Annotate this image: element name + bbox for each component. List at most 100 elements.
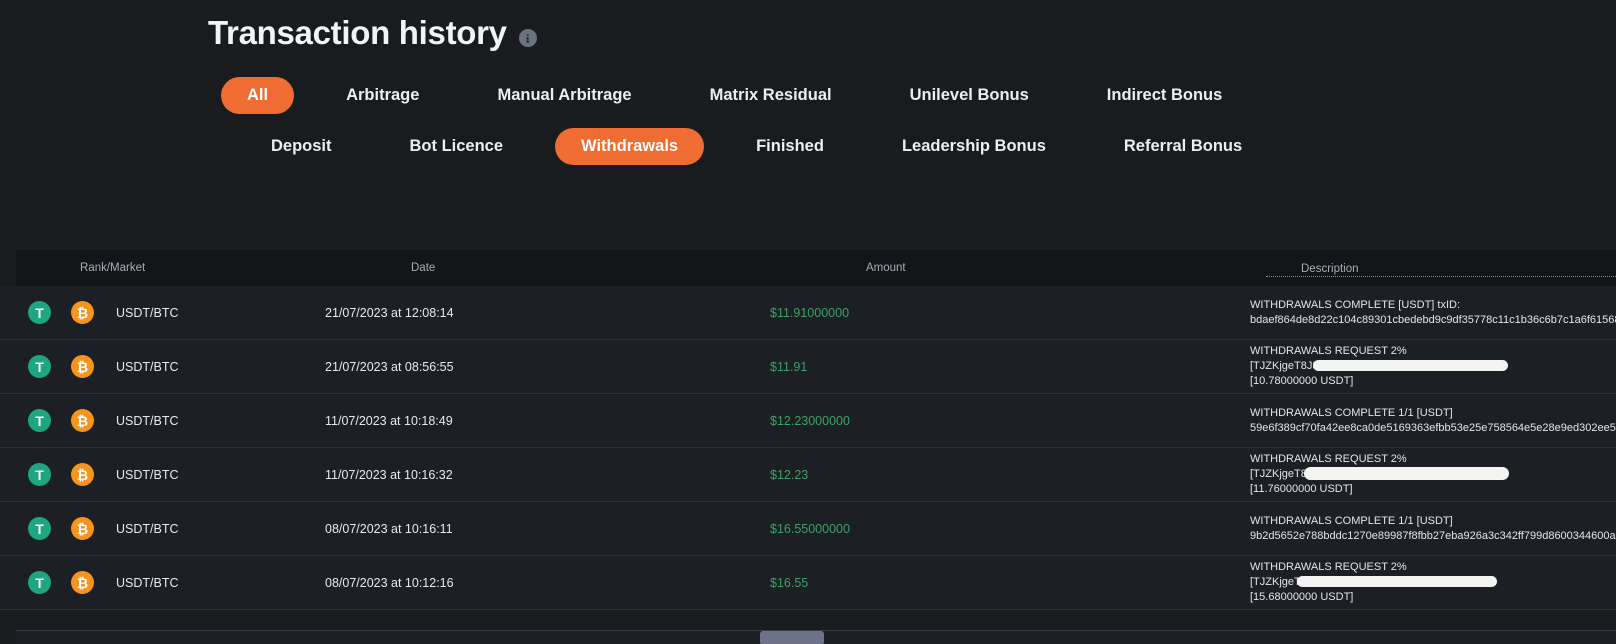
coin-pair-icons: T ₿ xyxy=(28,355,94,378)
cell-date: 08/07/2023 at 10:16:11 xyxy=(325,521,453,536)
tab-all[interactable]: All xyxy=(221,77,295,114)
page-header: Transaction history i xyxy=(0,0,1616,52)
tab-finished[interactable]: Finished xyxy=(730,128,850,165)
table-header-row: Rank/Market Date Amount Description xyxy=(16,250,1616,286)
cell-date: 21/07/2023 at 08:56:55 xyxy=(325,359,454,374)
cell-description: WITHDRAWALS REQUEST 2% [TJZKjgeT8J3u [15… xyxy=(1250,560,1610,605)
tab-indirect-bonus[interactable]: Indirect Bonus xyxy=(1081,77,1249,114)
description-line-1: WITHDRAWALS COMPLETE [USDT] txID: xyxy=(1250,298,1461,311)
bitcoin-coin-icon: ₿ xyxy=(71,355,94,378)
transactions-table: Rank/Market Date Amount Description T ₿ … xyxy=(0,250,1616,644)
coin-pair-icons: T ₿ xyxy=(28,409,94,432)
description-line-1: WITHDRAWALS COMPLETE 1/1 [USDT] xyxy=(1250,514,1453,527)
bitcoin-coin-icon: ₿ xyxy=(71,517,94,540)
tab-deposit[interactable]: Deposit xyxy=(245,128,358,165)
cell-description: WITHDRAWALS COMPLETE [USDT] txID: bdaef8… xyxy=(1250,298,1616,328)
market-pair-label: USDT/BTC xyxy=(116,305,179,320)
table-row[interactable]: T ₿ USDT/BTC 08/07/2023 at 10:12:16 $16.… xyxy=(0,556,1616,610)
description-line-2: [TJZKjgeT8J3uzR xyxy=(1250,359,1508,374)
tab-matrix-residual[interactable]: Matrix Residual xyxy=(684,77,858,114)
market-pair-label: USDT/BTC xyxy=(116,413,179,428)
cell-rank-market: T ₿ USDT/BTC xyxy=(0,355,300,378)
bitcoin-coin-icon: ₿ xyxy=(71,571,94,594)
usdt-coin-icon: T xyxy=(28,463,57,486)
description-line-2: 59e6f389cf70fa42ee8ca0de5169363efbb53e25… xyxy=(1250,421,1616,434)
redaction-mark xyxy=(1304,467,1509,481)
cell-rank-market: T ₿ USDT/BTC xyxy=(0,463,300,486)
cell-amount: $12.23000000 xyxy=(770,413,850,428)
tab-bot-licence[interactable]: Bot Licence xyxy=(384,128,530,165)
table-row[interactable]: T ₿ USDT/BTC 11/07/2023 at 10:18:49 $12.… xyxy=(0,394,1616,448)
description-line-2: [TJZKjgeT8J3u xyxy=(1250,575,1497,590)
cell-rank-market: T ₿ USDT/BTC xyxy=(0,409,300,432)
cell-date: 21/07/2023 at 12:08:14 xyxy=(325,305,454,320)
column-header-description-wrap: Description xyxy=(1266,259,1616,277)
usdt-coin-icon: T xyxy=(28,355,57,378)
cell-description: WITHDRAWALS COMPLETE 1/1 [USDT] 59e6f389… xyxy=(1250,406,1616,436)
cell-amount: $11.91000000 xyxy=(770,305,850,320)
cell-date: 11/07/2023 at 10:18:49 xyxy=(325,413,453,428)
cell-amount: $16.55000000 xyxy=(770,521,850,536)
description-line-2: [TJZKjgeT8J3 xyxy=(1250,467,1509,482)
column-header-amount[interactable]: Amount xyxy=(786,262,1266,274)
tab-referral-bonus[interactable]: Referral Bonus xyxy=(1098,128,1268,165)
market-pair-label: USDT/BTC xyxy=(116,575,179,590)
table-row[interactable]: T ₿ USDT/BTC 11/07/2023 at 10:16:32 $12.… xyxy=(0,448,1616,502)
bitcoin-coin-icon: ₿ xyxy=(71,463,94,486)
table-row[interactable]: T ₿ USDT/BTC 21/07/2023 at 08:56:55 $11.… xyxy=(0,340,1616,394)
market-pair-label: USDT/BTC xyxy=(116,467,179,482)
redaction-mark xyxy=(1313,360,1508,372)
column-header-date[interactable]: Date xyxy=(316,262,786,274)
cell-amount: $11.91 xyxy=(770,359,808,374)
page-title: Transaction history xyxy=(208,14,507,51)
usdt-coin-icon: T xyxy=(28,409,57,432)
cell-description: WITHDRAWALS REQUEST 2% [TJZKjgeT8J3 [11.… xyxy=(1250,452,1610,497)
usdt-coin-icon: T xyxy=(28,301,57,324)
description-line-1: WITHDRAWALS REQUEST 2% xyxy=(1250,453,1407,466)
bitcoin-coin-icon: ₿ xyxy=(71,301,94,324)
cell-date: 08/07/2023 at 10:12:16 xyxy=(325,575,454,590)
tab-withdrawals[interactable]: Withdrawals xyxy=(555,128,705,165)
column-header-rank-market[interactable]: Rank/Market xyxy=(16,262,316,274)
horizontal-scrollbar[interactable] xyxy=(16,630,1616,644)
description-line-1: WITHDRAWALS REQUEST 2% xyxy=(1250,345,1407,358)
coin-pair-icons: T ₿ xyxy=(28,517,94,540)
horizontal-scrollbar-thumb[interactable] xyxy=(760,631,824,644)
table-row[interactable]: T ₿ USDT/BTC 08/07/2023 at 10:16:11 $16.… xyxy=(0,502,1616,556)
cell-description: WITHDRAWALS REQUEST 2% [TJZKjgeT8J3uzR [… xyxy=(1250,344,1610,389)
cell-rank-market: T ₿ USDT/BTC xyxy=(0,517,300,540)
description-line-3: [15.68000000 USDT] xyxy=(1250,590,1354,603)
coin-pair-icons: T ₿ xyxy=(28,301,94,324)
redaction-mark xyxy=(1297,576,1497,588)
cell-amount: $12.23 xyxy=(770,467,809,482)
tab-leadership-bonus[interactable]: Leadership Bonus xyxy=(876,128,1072,165)
filter-tabs-row-2: Deposit Bot Licence Withdrawals Finished… xyxy=(208,121,1408,172)
description-line-3: [11.76000000 USDT] xyxy=(1250,482,1353,495)
column-header-description[interactable]: Description xyxy=(1266,263,1616,277)
description-line-3: [10.78000000 USDT] xyxy=(1250,374,1354,387)
usdt-coin-icon: T xyxy=(28,517,57,540)
filter-tabs: All Arbitrage Manual Arbitrage Matrix Re… xyxy=(0,52,1616,172)
tab-manual-arbitrage[interactable]: Manual Arbitrage xyxy=(471,77,657,114)
cell-date: 11/07/2023 at 10:16:32 xyxy=(325,467,453,482)
tab-arbitrage[interactable]: Arbitrage xyxy=(320,77,445,114)
cell-description: WITHDRAWALS COMPLETE 1/1 [USDT] 9b2d5652… xyxy=(1250,514,1616,544)
transaction-history-page: Transaction history i All Arbitrage Manu… xyxy=(0,0,1616,644)
market-pair-label: USDT/BTC xyxy=(116,359,179,374)
market-pair-label: USDT/BTC xyxy=(116,521,179,536)
description-line-2: bdaef864de8d22c104c89301cbedebd9c9df3577… xyxy=(1250,313,1616,326)
filter-tabs-row-1: All Arbitrage Manual Arbitrage Matrix Re… xyxy=(208,70,1408,121)
usdt-coin-icon: T xyxy=(28,571,57,594)
cell-rank-market: T ₿ USDT/BTC xyxy=(0,301,300,324)
info-icon[interactable]: i xyxy=(518,29,537,47)
bitcoin-coin-icon: ₿ xyxy=(71,409,94,432)
description-line-2: 9b2d5652e788bddc1270e89987f8fbb27eba926a… xyxy=(1250,529,1616,542)
description-line-1: WITHDRAWALS REQUEST 2% xyxy=(1250,561,1407,574)
cell-rank-market: T ₿ USDT/BTC xyxy=(0,571,300,594)
table-row[interactable]: T ₿ USDT/BTC 21/07/2023 at 12:08:14 $11.… xyxy=(0,286,1616,340)
description-line-1: WITHDRAWALS COMPLETE 1/1 [USDT] xyxy=(1250,406,1453,419)
coin-pair-icons: T ₿ xyxy=(28,571,94,594)
tab-unilevel-bonus[interactable]: Unilevel Bonus xyxy=(884,77,1055,114)
cell-amount: $16.55 xyxy=(770,575,809,590)
coin-pair-icons: T ₿ xyxy=(28,463,94,486)
